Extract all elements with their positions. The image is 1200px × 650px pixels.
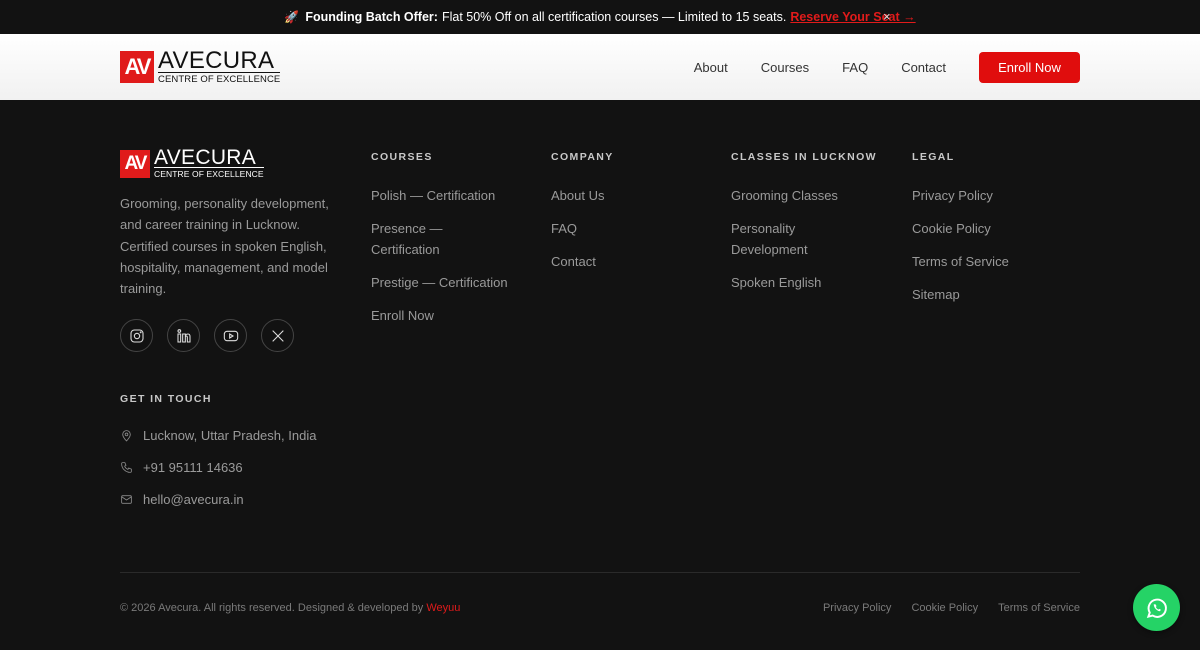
site-header: AV AVECURA CENTRE OF EXCELLENCE About Co… [0,34,1200,100]
email-row[interactable]: hello@avecura.in [120,491,316,507]
bottom-legal-links: Privacy Policy Cookie Policy Terms of Se… [803,602,1080,614]
link-sitemap[interactable]: Sitemap [912,284,1009,305]
phone-row[interactable]: +91 95111 14636 [120,459,316,475]
company-column: COMPANY About Us FAQ Contact [551,151,614,284]
link-presence[interactable]: Presence — Certification [371,218,481,260]
brand-description: Grooming, personality development, and c… [120,196,329,297]
whatsapp-button[interactable] [1133,584,1180,631]
email-text[interactable]: hello@avecura.in [143,492,244,507]
social-links [120,319,335,353]
nav-contact[interactable]: Contact [901,60,946,75]
link-terms[interactable]: Terms of Service [912,251,1009,272]
link-enroll[interactable]: Enroll Now [371,305,508,326]
nav-faq[interactable]: FAQ [842,60,868,75]
linkedin-icon[interactable] [167,319,200,353]
location-pin-icon [122,429,131,442]
logo-mark: AV [120,51,154,83]
get-in-touch: GET IN TOUCH Lucknow, Uttar Pradesh, Ind… [120,393,316,523]
announcement-bar: 🚀 Founding Batch Offer: Flat 50% Off on … [0,0,1200,34]
classes-column: CLASSES IN LUCKNOW Grooming Classes Pers… [731,151,877,305]
instagram-icon[interactable] [120,319,153,353]
enroll-now-button[interactable]: Enroll Now [979,51,1080,83]
phone-icon [121,461,132,473]
link-about-us[interactable]: About Us [551,185,614,206]
reserve-seat-link[interactable]: Reserve Your Seat → [790,10,915,24]
touch-heading: GET IN TOUCH [120,393,212,405]
legal-column: LEGAL Privacy Policy Cookie Policy Terms… [912,151,1009,317]
footer-brand: AV AVECURA CENTRE OF EXCELLENCE Grooming… [120,146,335,353]
footer-logo[interactable]: AV AVECURA CENTRE OF EXCELLENCE [120,146,335,179]
link-grooming[interactable]: Grooming Classes [731,185,877,206]
link-personality[interactable]: Personality Development [731,218,831,260]
courses-column: COURSES Polish — Certification Presence … [371,151,508,338]
phone-text[interactable]: +91 95111 14636 [143,460,243,475]
link-spoken-english[interactable]: Spoken English [731,272,877,293]
logo-name: AVECURA [158,46,275,74]
logo[interactable]: AV AVECURA CENTRE OF EXCELLENCE [120,46,281,85]
company-heading: COMPANY [551,151,614,163]
location-text: Lucknow, Uttar Pradesh, India [143,427,317,443]
legal-heading: LEGAL [912,151,955,163]
close-icon[interactable]: × [883,9,891,24]
footer-logo-mark: AV [120,149,150,178]
developer-link[interactable]: Weyuu [426,602,460,614]
rocket-icon: 🚀 [284,10,300,24]
announcement-text: Flat 50% Off on all certification course… [441,10,787,24]
nav-about[interactable]: About [694,60,728,75]
main-nav: About Courses FAQ Contact Enroll Now [694,34,1080,100]
mail-icon [121,494,132,504]
logo-subtitle: CENTRE OF EXCELLENCE [158,71,281,85]
youtube-icon[interactable] [214,319,247,353]
link-polish[interactable]: Polish — Certification [371,185,508,206]
link-contact[interactable]: Contact [551,251,614,272]
site-footer: AV AVECURA CENTRE OF EXCELLENCE Grooming… [0,100,1200,650]
bottom-privacy[interactable]: Privacy Policy [823,602,891,614]
courses-heading: COURSES [371,151,433,163]
link-cookie[interactable]: Cookie Policy [912,218,1009,239]
x-icon[interactable] [261,319,294,353]
bottom-cookie[interactable]: Cookie Policy [911,602,978,614]
classes-heading: CLASSES IN LUCKNOW [731,151,877,163]
whatsapp-icon [1146,598,1167,618]
footer-logo-name: AVECURA [154,146,257,169]
link-prestige[interactable]: Prestige — Certification [371,272,508,293]
link-faq[interactable]: FAQ [551,218,614,239]
copyright-text: © 2026 Avecura. All rights reserved. Des… [120,602,424,614]
announcement-title: Founding Batch Offer: [305,10,438,24]
copyright: © 2026 Avecura. All rights reserved. Des… [120,602,460,614]
nav-courses[interactable]: Courses [761,60,809,75]
footer-logo-subtitle: CENTRE OF EXCELLENCE [154,167,264,179]
footer-divider [120,572,1080,573]
bottom-terms[interactable]: Terms of Service [998,602,1080,614]
location-row: Lucknow, Uttar Pradesh, India [120,427,316,443]
link-privacy[interactable]: Privacy Policy [912,185,1009,206]
